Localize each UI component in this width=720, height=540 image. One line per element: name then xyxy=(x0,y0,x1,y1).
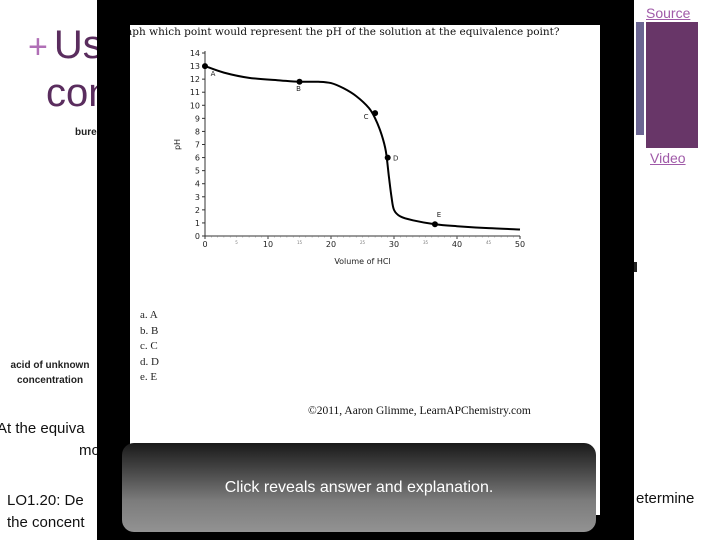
point-a xyxy=(202,63,208,70)
plus-icon: + xyxy=(28,28,48,66)
acid-label: acid of unknown concentration xyxy=(5,358,95,388)
y-tick-label: 12 xyxy=(190,75,200,84)
equivalence-text: At the equiva mo xyxy=(0,418,100,462)
point-label-d: D xyxy=(393,155,398,163)
video-link[interactable]: Video xyxy=(650,150,686,166)
learning-objective: LO1.20: De the concent xyxy=(7,490,85,534)
copyright: ©2011, Aaron Glimme, LearnAPChemistry.co… xyxy=(308,405,531,417)
y-tick-label: 1 xyxy=(195,219,200,228)
y-tick-label: 4 xyxy=(195,180,200,189)
question-card: aph which point would represent the pH o… xyxy=(130,25,600,515)
titration-curve xyxy=(204,65,521,231)
y-tick-label: 8 xyxy=(195,127,200,136)
x-tick-label: 30 xyxy=(389,240,399,249)
reveal-answer-label: Click reveals answer and explanation. xyxy=(224,479,494,496)
y-tick-label: 11 xyxy=(190,88,200,97)
x-minor-tick-label: 35 xyxy=(423,240,429,245)
y-tick-label: 2 xyxy=(195,206,200,215)
titration-chart: 012345678910111213140 10 20 30 40 505 15 25 35 45… xyxy=(173,49,525,266)
video-thumbnail[interactable] xyxy=(646,22,698,148)
point-label-a: A xyxy=(211,70,216,78)
x-tick-label: 50 xyxy=(515,240,525,249)
option-b[interactable]: b. B xyxy=(140,324,159,340)
acid-label-line-2: concentration xyxy=(16,375,84,386)
point-e xyxy=(431,221,438,228)
option-a[interactable]: a. A xyxy=(140,308,159,324)
lo-right-fragment: etermine xyxy=(636,490,695,507)
point-d xyxy=(384,154,391,161)
x-tick-label: 10 xyxy=(263,240,273,249)
y-tick-label: 13 xyxy=(190,62,200,71)
option-c[interactable]: c. C xyxy=(140,339,159,355)
y-tick-label: 6 xyxy=(195,154,200,163)
x-tick-label: 20 xyxy=(326,240,336,249)
x-minor-tick-label: 15 xyxy=(297,240,303,245)
x-minor-tick-label: 45 xyxy=(486,240,492,245)
point-label-c: C xyxy=(364,113,369,121)
x-axis-label: Volume of HCl xyxy=(334,257,390,266)
x-minor-tick-label: 25 xyxy=(360,240,366,245)
y-tick-label: 7 xyxy=(195,141,200,150)
chart-points: A B C D E xyxy=(202,63,441,228)
option-d[interactable]: d. D xyxy=(140,355,159,371)
y-tick-label: 9 xyxy=(195,114,200,123)
lo-line-1: LO1.20: De xyxy=(7,492,84,509)
y-tick-label: 3 xyxy=(195,193,200,202)
equivalence-line-2: mo xyxy=(79,442,100,459)
x-minor-tick-label: 5 xyxy=(235,240,238,245)
chart-ticks: 012345678910111213140 10 20 30 40 505 15 25 35 45 xyxy=(190,49,525,249)
acid-label-line-1: acid of unknown xyxy=(10,360,90,371)
point-label-e: E xyxy=(437,211,441,219)
y-tick-label: 14 xyxy=(190,49,200,58)
burette-label: bure xyxy=(75,127,97,138)
point-c xyxy=(372,110,379,117)
y-tick-label: 5 xyxy=(195,167,200,176)
source-link[interactable]: Source xyxy=(646,5,690,21)
blue-accent-bar xyxy=(636,22,644,135)
y-tick-label: 0 xyxy=(195,232,200,241)
point-label-b: B xyxy=(296,85,301,93)
x-tick-label: 40 xyxy=(452,240,462,249)
text-fragment xyxy=(634,262,637,272)
equivalence-line-1: At the equiva xyxy=(0,420,85,437)
answer-options: a. A b. B c. C d. D e. E xyxy=(140,308,159,386)
y-axis-label: pH xyxy=(173,139,182,150)
lo-line-2: the concent xyxy=(7,514,85,531)
reveal-answer-button[interactable]: Click reveals answer and explanation. xyxy=(122,443,596,532)
y-tick-label: 10 xyxy=(190,101,200,110)
x-tick-label: 0 xyxy=(202,240,207,249)
option-e[interactable]: e. E xyxy=(140,370,159,386)
